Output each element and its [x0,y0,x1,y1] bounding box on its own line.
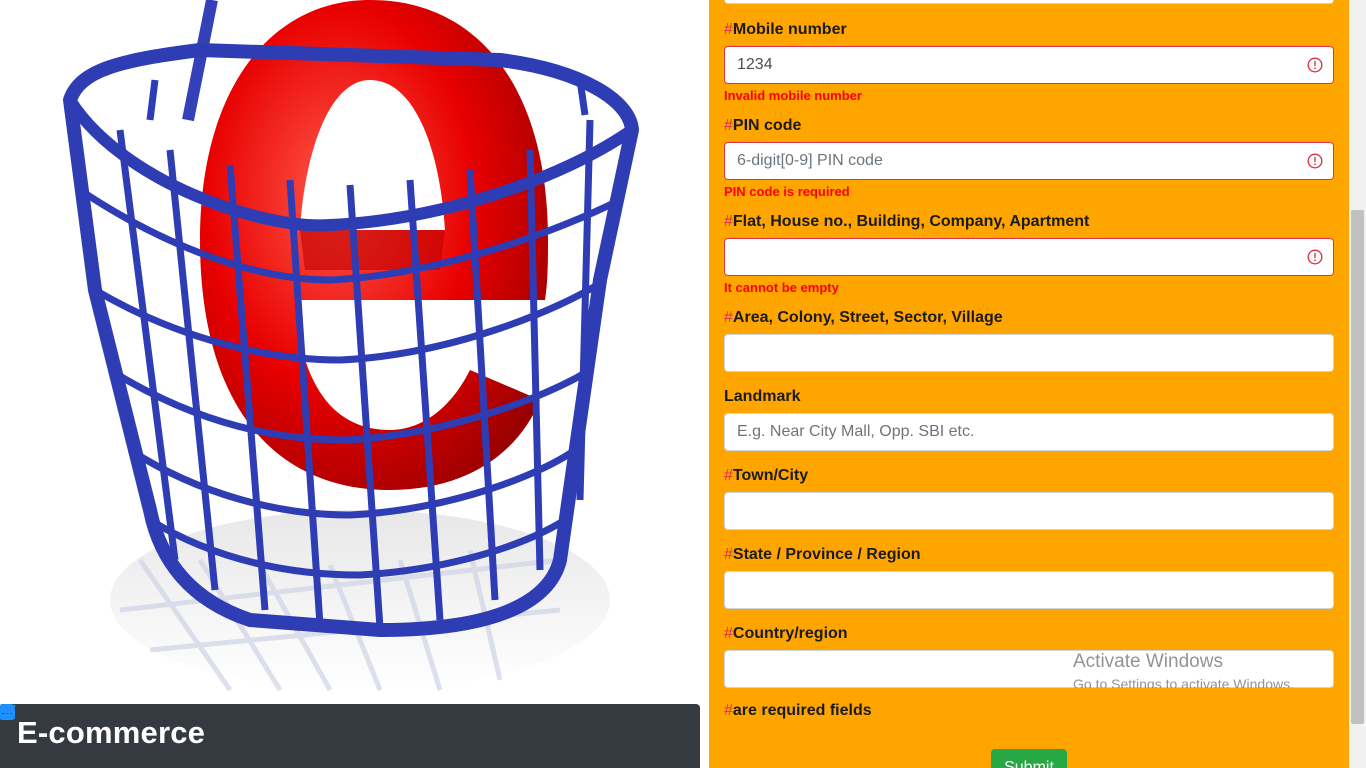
landmark-field-group: Landmark E.g. Near City Mall, Opp. SBI e… [724,386,1334,451]
state-field-group: #State / Province / Region [724,544,1334,609]
required-marker: # [724,625,733,642]
mobile-input[interactable]: 1234 [724,46,1334,84]
area-label: #Area, Colony, Street, Sector, Village [724,307,1334,329]
town-label-text: Town/City [732,467,809,484]
facebook-icon[interactable] [1,704,253,753]
mobile-label: #Mobile number [724,19,1334,41]
area-field-group: #Area, Colony, Street, Sector, Village [724,307,1334,372]
landmark-input[interactable]: E.g. Near City Mall, Opp. SBI etc. [724,413,1334,451]
mobile-input-value: 1234 [737,56,773,73]
mobile-label-text: Mobile number [732,21,847,38]
pin-field-group: #PIN code 6-digit[0-9] PIN code PIN code… [724,115,1334,200]
flat-input[interactable] [724,238,1334,276]
flat-field-group: #Flat, House no., Building, Company, Apa… [724,211,1334,296]
error-icon [1307,57,1323,73]
pin-label: #PIN code [724,115,1334,137]
brand-footer: E-commerce [0,704,700,768]
youtube-icon[interactable] [0,704,389,753]
flat-error: It cannot be empty [724,280,839,295]
town-label: #Town/City [724,465,1334,487]
shopping-basket-illustration [63,0,639,692]
pin-label-text: PIN code [732,117,802,134]
hero-image: E-commerce [0,0,709,768]
area-label-text: Area, Colony, Street, Sector, Village [732,309,1003,326]
vertical-scrollbar[interactable] [1349,0,1366,768]
pin-error: PIN code is required [724,184,850,199]
required-marker: # [724,117,733,134]
country-label: #Country/region [724,623,1334,645]
mobile-field-group: #Mobile number 1234 Invalid mobile numbe… [724,19,1334,104]
linkedin-icon[interactable] [0,704,355,753]
state-input[interactable] [724,571,1334,609]
error-icon [1307,153,1323,169]
area-input[interactable] [724,334,1334,372]
twitter-icon[interactable] [0,704,287,753]
mobile-error: Invalid mobile number [724,88,862,103]
required-fields-note: #are required fields [724,702,872,720]
landmark-placeholder: E.g. Near City Mall, Opp. SBI etc. [737,423,975,440]
required-note-text: are required fields [732,702,872,719]
scrollbar-thumb[interactable] [1351,210,1364,724]
brand-name[interactable]: E-commerce [17,715,205,751]
pin-placeholder: 6-digit[0-9] PIN code [737,152,883,169]
required-marker: # [724,309,733,326]
watermark-line1: Activate Windows [1073,651,1223,672]
instagram-icon[interactable] [0,704,423,753]
google-icon[interactable] [0,704,321,753]
social-links [0,704,423,753]
landmark-label: Landmark [724,388,801,405]
submit-button[interactable]: Submit [991,749,1067,768]
windows-watermark: Activate Windows Go to Settings to activ… [1073,651,1294,688]
required-marker: # [724,702,733,719]
state-label-text: State / Province / Region [732,546,921,563]
town-input[interactable] [724,492,1334,530]
flat-label-text: Flat, House no., Building, Company, Apar… [732,213,1090,230]
previous-field-input[interactable] [724,0,1334,4]
town-field-group: #Town/City [724,465,1334,530]
country-label-text: Country/region [732,625,848,642]
required-marker: # [724,21,733,38]
pin-input[interactable]: 6-digit[0-9] PIN code [724,142,1334,180]
required-marker: # [724,467,733,484]
state-label: #State / Province / Region [724,544,1334,566]
required-marker: # [724,213,733,230]
error-icon [1307,249,1323,265]
flat-label: #Flat, House no., Building, Company, Apa… [724,211,1334,233]
watermark-line2: Go to Settings to activate Windows. [1073,676,1294,688]
required-marker: # [724,546,733,563]
